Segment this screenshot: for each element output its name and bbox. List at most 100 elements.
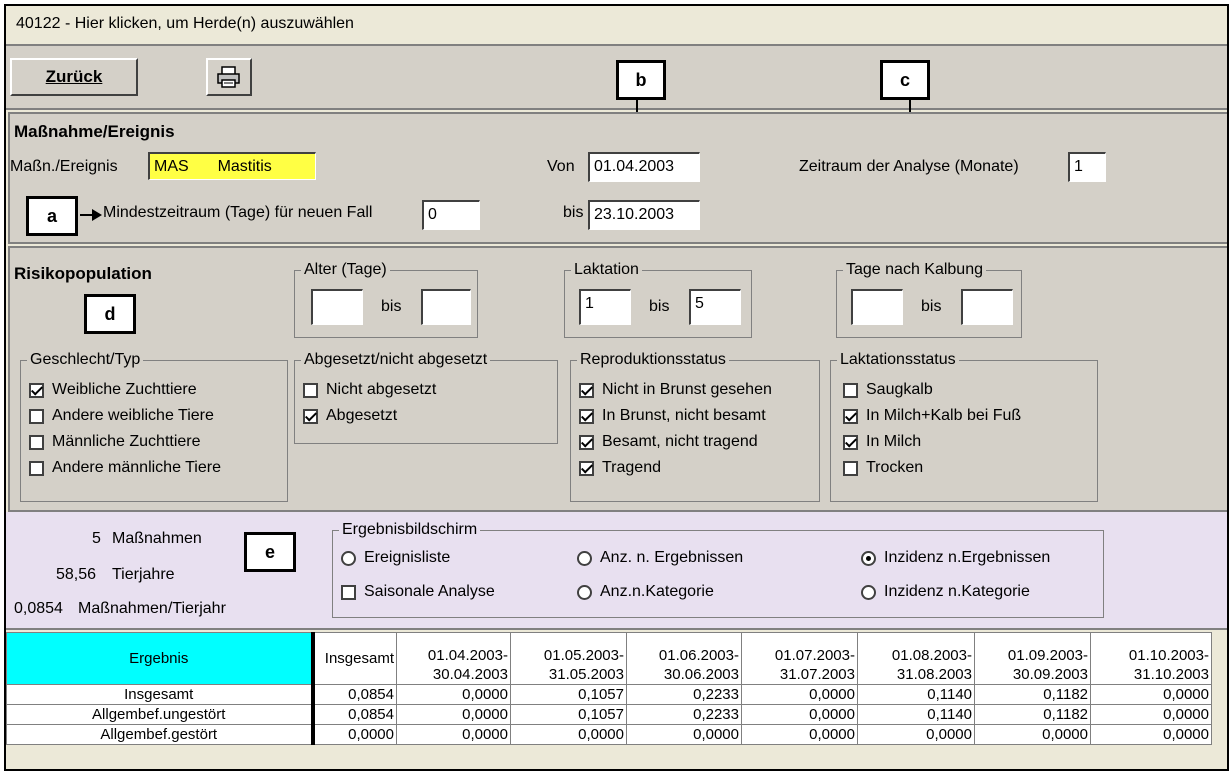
header-period[interactable]: 01.04.2003- 30.04.2003 <box>396 632 511 685</box>
checkbox[interactable] <box>303 382 318 398</box>
header-result[interactable]: Ergebnis <box>6 632 315 685</box>
age-from-input[interactable] <box>311 289 363 325</box>
repro-option-in-heat-not-bred[interactable]: In Brunst, nicht besamt <box>579 407 766 425</box>
toolbar: Zurück b c <box>6 46 1227 128</box>
days-after-calving-group: Tage nach Kalbung bis <box>836 261 1022 338</box>
cell: 0,0000 <box>312 724 397 745</box>
sex-option-other-female[interactable]: Andere weibliche Tiere <box>29 407 214 425</box>
measures-label: Maßnahmen <box>112 530 202 547</box>
lact-option-dry[interactable]: Trocken <box>843 459 923 477</box>
radio-button[interactable] <box>861 584 876 600</box>
cell: 0,0000 <box>857 724 975 745</box>
lactation-to-input[interactable]: 5 <box>689 289 741 325</box>
cell: 0,0854 <box>312 704 397 725</box>
radio-button[interactable] <box>341 550 356 566</box>
cell: 0,0000 <box>396 684 511 705</box>
lact-option-in-milk[interactable]: In Milch <box>843 433 921 451</box>
age-group: Alter (Tage) bis <box>294 261 478 338</box>
animal-years-label: Tierjahre <box>112 566 175 583</box>
header-period[interactable]: 01.07.2003- 31.07.2003 <box>741 632 858 685</box>
checkbox[interactable] <box>29 408 44 424</box>
period-end: 31.07.2003 <box>779 666 855 683</box>
event-field[interactable]: MAS Mastitis <box>148 152 316 180</box>
cell: 0,0000 <box>741 704 858 725</box>
table-row[interactable]: Allgembef.ungestört 0,0854 0,0000 0,1057… <box>6 704 1212 725</box>
header-period[interactable]: 01.09.2003- 30.09.2003 <box>974 632 1091 685</box>
period-start: 01.04.2003- <box>427 647 508 664</box>
herd-select-text[interactable]: 40122 - Hier klicken, um Herde(n) auszuw… <box>16 15 354 32</box>
header-period[interactable]: 01.10.2003- 31.10.2003 <box>1090 632 1212 685</box>
to-date-input[interactable]: 23.10.2003 <box>588 200 700 230</box>
checkbox-label: Weibliche Zuchttiere <box>52 381 197 398</box>
checkbox[interactable] <box>579 434 594 450</box>
radio-button[interactable] <box>577 550 592 566</box>
table-row[interactable]: Allgembef.gestört 0,0000 0,0000 0,0000 0… <box>6 724 1212 745</box>
sex-option-male-breeding[interactable]: Männliche Zuchttiere <box>29 433 201 451</box>
to-date-label: bis <box>563 204 584 221</box>
checkbox[interactable] <box>843 434 858 450</box>
rate-value: 0,0854 <box>14 600 63 617</box>
analysis-period-input[interactable]: 1 <box>1068 152 1106 182</box>
seasonal-checkbox[interactable] <box>341 584 356 600</box>
period-start: 01.08.2003- <box>891 647 972 664</box>
header-period[interactable]: 01.05.2003- 31.05.2003 <box>510 632 627 685</box>
checkbox[interactable] <box>843 460 858 476</box>
header-period[interactable]: 01.06.2003- 30.06.2003 <box>626 632 742 685</box>
checkbox[interactable] <box>579 382 594 398</box>
herd-select-bar[interactable]: 40122 - Hier klicken, um Herde(n) auszuw… <box>6 6 1227 46</box>
header-total[interactable]: Insgesamt <box>312 632 397 685</box>
option-count-by-result[interactable]: Anz. n. Ergebnissen <box>577 549 743 567</box>
table-row[interactable]: Insgesamt 0,0854 0,0000 0,1057 0,2233 0,… <box>6 684 1212 705</box>
cell: 0,0000 <box>1090 704 1212 725</box>
cell: 0,0000 <box>396 724 511 745</box>
lactation-from-input[interactable]: 1 <box>579 289 631 325</box>
header-period[interactable]: 01.08.2003- 31.08.2003 <box>857 632 975 685</box>
days-after-calving-title: Tage nach Kalbung <box>843 261 986 279</box>
back-button[interactable]: Zurück <box>10 58 138 96</box>
checkbox[interactable] <box>29 460 44 476</box>
sex-option-female-breeding[interactable]: Weibliche Zuchttiere <box>29 381 197 399</box>
radio-button[interactable] <box>861 550 876 566</box>
checkbox-label: Nicht in Brunst gesehen <box>602 381 772 398</box>
repro-status-title: Reproduktionsstatus <box>577 351 729 369</box>
repro-option-bred-not-pregnant[interactable]: Besamt, nicht tragend <box>579 433 758 451</box>
checkbox[interactable] <box>579 408 594 424</box>
checkbox[interactable] <box>29 434 44 450</box>
repro-option-pregnant[interactable]: Tragend <box>579 459 661 477</box>
lact-option-suckling-calf[interactable]: Saugkalb <box>843 381 933 399</box>
sex-option-other-male[interactable]: Andere männliche Tiere <box>29 459 221 477</box>
calving-to-input[interactable] <box>961 289 1013 325</box>
checkbox-label: Saugkalb <box>866 381 933 398</box>
lact-option-milk-calf-at-foot[interactable]: In Milch+Kalb bei Fuß <box>843 407 1021 425</box>
from-date-input[interactable]: 01.04.2003 <box>588 152 700 182</box>
checkbox[interactable] <box>303 408 318 424</box>
callout-a-label: a <box>46 205 57 226</box>
cell: 0,0000 <box>741 684 858 705</box>
event-code: MAS <box>154 158 189 175</box>
radio-button[interactable] <box>577 584 592 600</box>
calving-bis-label: bis <box>921 298 942 315</box>
print-button[interactable] <box>206 58 252 96</box>
radio-label: Inzidenz n.Ergebnissen <box>884 549 1051 566</box>
option-incidence-by-category[interactable]: Inzidenz n.Kategorie <box>861 583 1030 601</box>
weaned-option-weaned[interactable]: Abgesetzt <box>303 407 397 425</box>
weaned-option-not-weaned[interactable]: Nicht abgesetzt <box>303 381 436 399</box>
min-period-input[interactable]: 0 <box>422 200 480 230</box>
results-table: Ergebnis Insgesamt 01.04.2003- 30.04.2003… <box>6 632 1212 745</box>
checkbox-label: Abgesetzt <box>326 407 398 424</box>
checkbox-label: Andere männliche Tiere <box>52 459 221 476</box>
checkbox[interactable] <box>579 460 594 476</box>
checkbox[interactable] <box>843 382 858 398</box>
option-incidence-by-result[interactable]: Inzidenz n.Ergebnissen <box>861 549 1050 567</box>
period-end: 30.06.2003 <box>663 666 739 683</box>
repro-option-not-in-heat[interactable]: Nicht in Brunst gesehen <box>579 381 772 399</box>
option-seasonal-analysis[interactable]: Saisonale Analyse <box>341 583 495 601</box>
radio-label: Ereignisliste <box>364 549 451 566</box>
checkbox[interactable] <box>29 382 44 398</box>
option-event-list[interactable]: Ereignisliste <box>341 549 450 567</box>
calving-from-input[interactable] <box>851 289 903 325</box>
checkbox[interactable] <box>843 408 858 424</box>
age-to-input[interactable] <box>421 289 471 325</box>
option-count-by-category[interactable]: Anz.n.Kategorie <box>577 583 714 601</box>
callout-e: e <box>244 532 296 572</box>
